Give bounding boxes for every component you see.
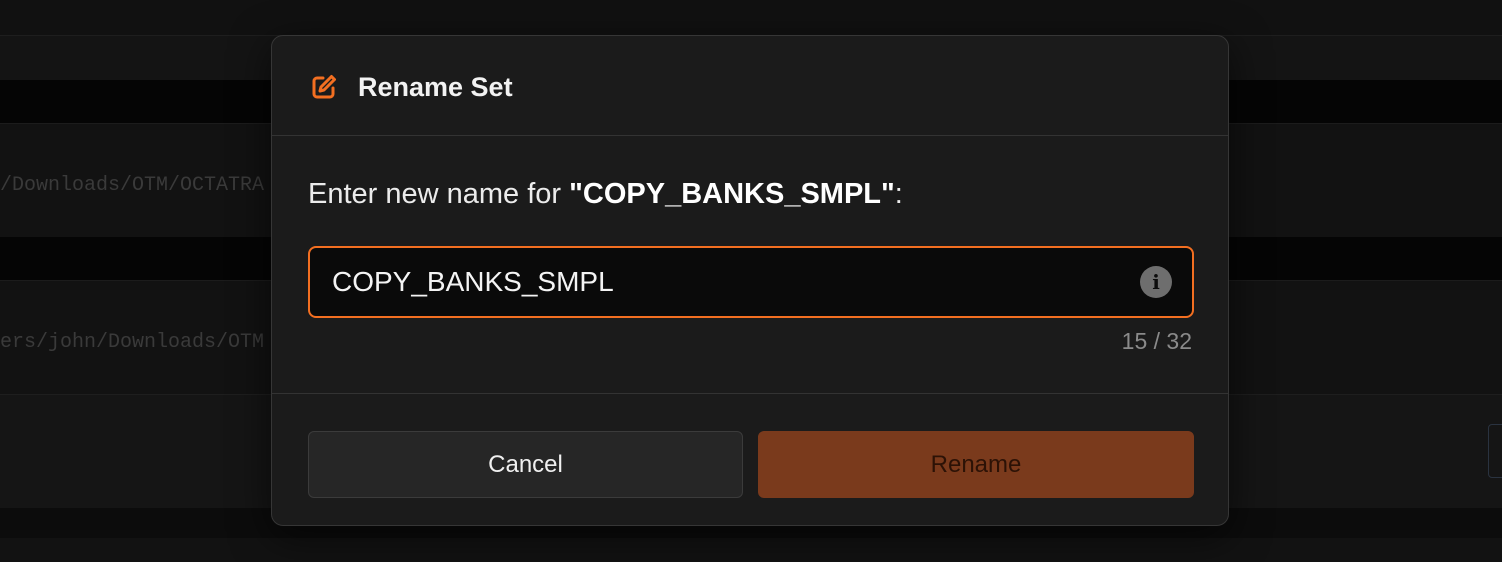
bg-panel-edge	[1488, 424, 1502, 478]
file-path-text: ers/john/Downloads/OTM	[0, 331, 265, 354]
rename-button[interactable]: Rename	[758, 431, 1194, 498]
character-counter: 15 / 32	[1121, 328, 1192, 354]
file-path-text: /Downloads/OTM/OCTATRA	[0, 174, 265, 197]
bg-row	[0, 538, 1502, 562]
name-input-container: i	[308, 246, 1194, 318]
prompt-suffix: :	[894, 178, 903, 210]
rename-prompt: Enter new name for "COPY_BANKS_SMPL":	[308, 178, 903, 211]
prompt-prefix: Enter new name for	[308, 178, 570, 210]
rename-set-dialog: Rename Set Enter new name for "COPY_BANK…	[271, 35, 1229, 526]
info-icon[interactable]: i	[1140, 266, 1172, 298]
prompt-target-name: "COPY_BANKS_SMPL"	[569, 178, 895, 210]
cancel-button[interactable]: Cancel	[308, 431, 743, 498]
bg-row	[0, 0, 1502, 35]
dialog-header: Rename Set	[272, 36, 1228, 136]
new-name-input[interactable]	[310, 248, 1192, 316]
dialog-title: Rename Set	[358, 72, 513, 102]
dialog-body: Enter new name for "COPY_BANKS_SMPL": i …	[272, 136, 1228, 394]
dialog-footer: Cancel Rename	[272, 395, 1228, 525]
edit-icon	[312, 75, 336, 99]
